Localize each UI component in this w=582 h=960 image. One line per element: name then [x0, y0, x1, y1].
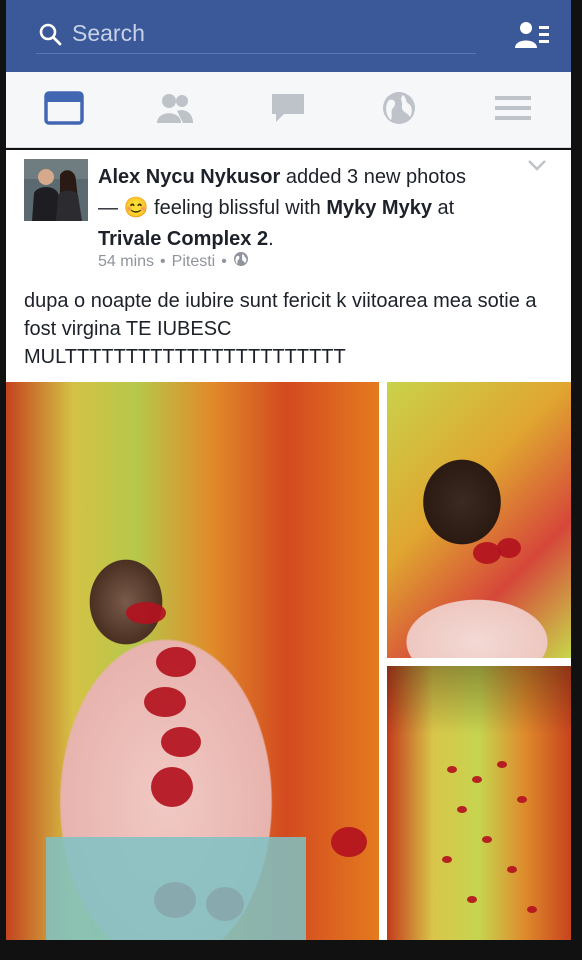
avatar[interactable] — [24, 159, 88, 221]
rose-petal — [527, 906, 537, 913]
feeling-emoji-icon: 😊 — [123, 197, 149, 219]
post-photo-1[interactable] — [6, 382, 379, 940]
dash-separator: — — [98, 197, 118, 219]
tab-menu[interactable] — [491, 90, 535, 130]
rose-petal — [482, 836, 492, 843]
tab-news-feed[interactable] — [42, 90, 86, 130]
rose-petal — [497, 761, 507, 768]
tab-messages[interactable] — [266, 90, 310, 130]
search-icon — [36, 20, 64, 48]
friend-list-icon[interactable] — [515, 20, 551, 50]
tab-notifications[interactable] — [377, 90, 421, 130]
at-word: at — [437, 197, 455, 219]
rose-petal — [507, 866, 517, 873]
post-card: Alex Nycu Nykusor added 3 new photos — 😊… — [6, 150, 571, 940]
rose-petal — [467, 896, 477, 903]
rose-petal — [517, 796, 527, 803]
news-feed-icon — [44, 90, 84, 130]
public-globe-icon — [233, 251, 249, 272]
tagged-friend[interactable]: Myky Myky — [326, 197, 432, 219]
tab-friend-requests[interactable] — [153, 90, 197, 130]
screen-frame: Alex Nycu Nykusor added 3 new photos — 😊… — [0, 0, 582, 960]
meta-dot: • — [221, 252, 227, 270]
rose-petal — [126, 602, 166, 624]
friends-icon — [155, 93, 195, 128]
rose-petal — [151, 767, 193, 807]
post-photo-3[interactable] — [387, 666, 571, 940]
rose-petal — [331, 827, 367, 857]
rose-petal — [472, 776, 482, 783]
rose-petal — [447, 766, 457, 773]
rose-icon — [497, 538, 521, 558]
post-action: added 3 new photos — [285, 166, 467, 188]
rose-petal — [156, 647, 196, 677]
nav-bar — [6, 72, 571, 148]
rose-petal — [442, 856, 452, 863]
post-body: dupa o noapte de iubire sunt fericit k v… — [24, 290, 537, 368]
top-bar — [6, 0, 571, 72]
feeling-text: feeling blissful with — [154, 197, 321, 219]
search-input[interactable] — [72, 20, 452, 47]
rose-petal — [161, 727, 201, 757]
rose-petal — [144, 687, 186, 717]
pajama-pants — [46, 837, 306, 940]
rose-petal — [457, 806, 467, 813]
search-box[interactable] — [36, 14, 476, 54]
post-location[interactable]: Pitesti — [172, 253, 216, 271]
post-header: Alex Nycu Nykusor added 3 new photos — 😊… — [98, 162, 518, 255]
meta-dot: • — [160, 252, 166, 270]
hamburger-icon — [495, 94, 531, 127]
place-name[interactable]: Trivale Complex 2 — [98, 228, 268, 250]
author-name[interactable]: Alex Nycu Nykusor — [98, 166, 280, 188]
post-time[interactable]: 54 mins — [98, 253, 154, 271]
chat-bubble-icon — [270, 92, 306, 129]
post-meta: 54 mins • Pitesti • — [98, 251, 249, 272]
globe-icon — [381, 90, 417, 131]
post-photo-2[interactable] — [387, 382, 571, 658]
place-period: . — [268, 228, 274, 250]
chevron-down-icon[interactable] — [527, 158, 547, 174]
